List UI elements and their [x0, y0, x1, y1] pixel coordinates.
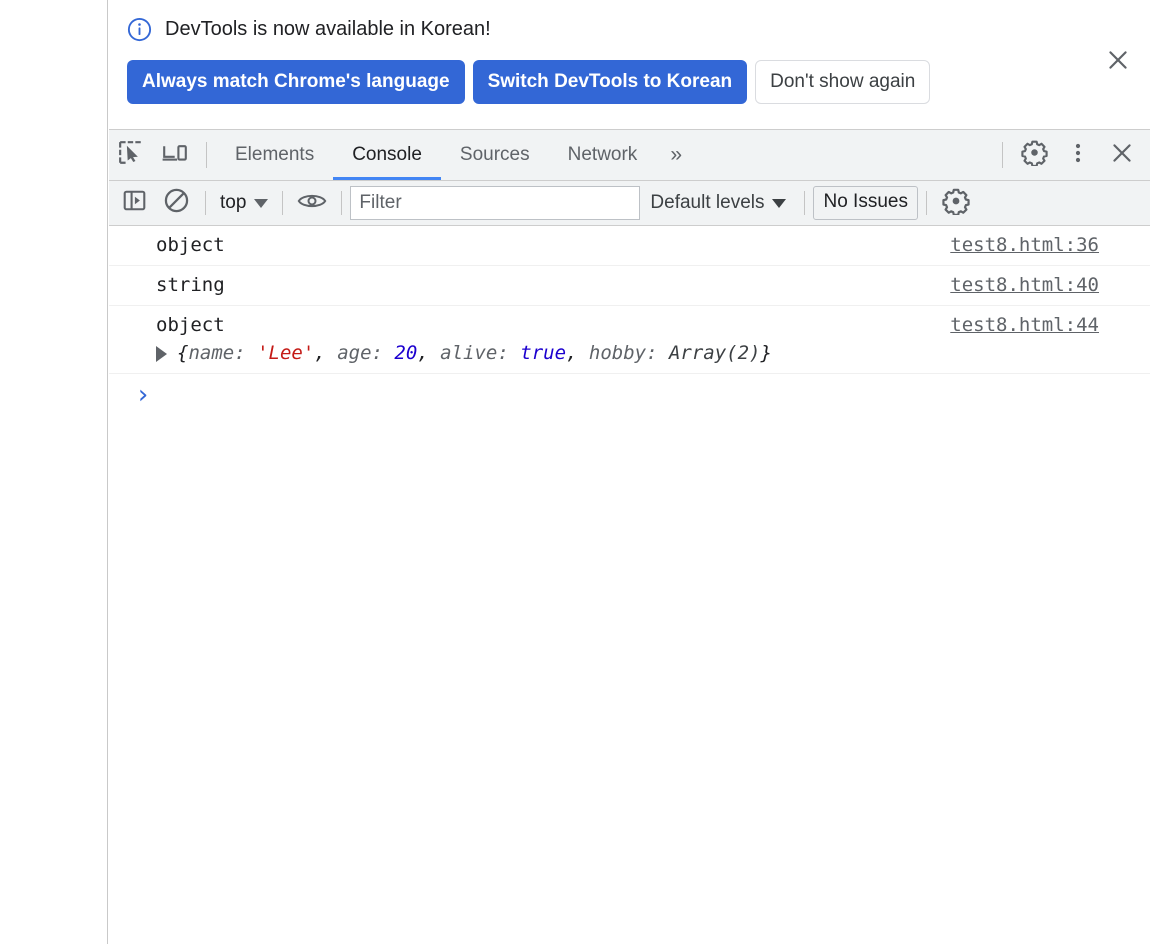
preview-token-key: alive:: [440, 342, 521, 364]
chevron-down-icon: [772, 198, 787, 208]
toolbar-divider-1: [205, 191, 206, 215]
gear-icon: [942, 187, 970, 220]
infobar-header: DevTools is now available in Korean!: [127, 14, 1134, 44]
switch-devtools-to-korean-button[interactable]: Switch DevTools to Korean: [472, 60, 748, 104]
console-settings-button[interactable]: [935, 182, 977, 224]
console-sidebar-icon: [122, 188, 147, 218]
execution-context-selector[interactable]: top: [214, 192, 274, 214]
device-toolbar-button[interactable]: [153, 130, 197, 180]
devtools-close-button[interactable]: [1100, 130, 1144, 180]
dont-show-again-button[interactable]: Don't show again: [755, 60, 931, 104]
console-toolbar: top Default levels No Issues: [109, 181, 1150, 226]
devtools-main-menu-button[interactable]: [1056, 130, 1100, 180]
console-message-source-link[interactable]: test8.html:36: [950, 233, 1099, 257]
infobar-actions: Always match Chrome's language Switch De…: [127, 60, 1134, 104]
preview-open-brace: {: [177, 342, 189, 364]
preview-token-num: 20: [394, 342, 418, 364]
console-message[interactable]: object test8.html:44 {name: 'Lee', age: …: [109, 306, 1150, 374]
tabbar-end-pad: [1144, 130, 1150, 180]
preview-token-key: age:: [337, 342, 395, 364]
chevron-down-icon: [254, 198, 269, 208]
device-toolbar-icon: [161, 140, 189, 171]
infobar-title: DevTools is now available in Korean!: [165, 18, 491, 40]
preview-token-punct: ,: [314, 342, 338, 364]
preview-token-bool: true: [520, 342, 567, 364]
console-prompt[interactable]: ›: [109, 374, 1150, 414]
console-message-source-link[interactable]: test8.html:40: [950, 273, 1099, 297]
clear-console-button[interactable]: [155, 182, 197, 224]
preview-close-brace: }: [760, 342, 772, 364]
always-match-chrome-language-button[interactable]: Always match Chrome's language: [127, 60, 465, 104]
tab-console[interactable]: Console: [333, 130, 441, 180]
preview-token-punct: ,: [417, 342, 441, 364]
issues-counter-button[interactable]: No Issues: [813, 186, 918, 220]
toolbar-divider-3: [341, 191, 343, 215]
live-expression-button[interactable]: [291, 182, 333, 224]
tab-network[interactable]: Network: [549, 130, 657, 180]
console-message[interactable]: string test8.html:40: [109, 266, 1150, 306]
expand-triangle-icon[interactable]: [156, 346, 167, 362]
context-label: top: [220, 192, 247, 213]
toolbar-divider-5: [925, 191, 927, 215]
page-viewport-area: [0, 0, 108, 944]
console-filter-input[interactable]: [350, 186, 641, 220]
tab-elements[interactable]: Elements: [216, 130, 333, 180]
tabbar-divider: [206, 142, 207, 168]
devtools-screenshot: DevTools is now available in Korean! Alw…: [0, 0, 1150, 944]
preview-token-str: 'Lee': [257, 342, 315, 364]
inspect-element-button[interactable]: [109, 130, 153, 180]
tab-label: Network: [567, 144, 638, 165]
prompt-chevron-icon: ›: [135, 380, 151, 410]
more-tabs-button[interactable]: »: [656, 130, 694, 180]
tab-label: Console: [352, 144, 422, 165]
clear-console-icon: [163, 187, 190, 219]
tab-sources[interactable]: Sources: [441, 130, 549, 180]
toolbar-divider-2: [282, 191, 284, 215]
infobar-close-button[interactable]: [1096, 40, 1140, 84]
tabbar-spacer: [694, 130, 993, 180]
preview-token-key: name:: [188, 342, 258, 364]
console-message[interactable]: object test8.html:36: [109, 226, 1150, 266]
inspect-element-icon: [118, 140, 144, 171]
close-icon: [1105, 47, 1131, 78]
close-icon: [1109, 140, 1135, 171]
kebab-menu-icon: [1067, 140, 1089, 171]
devtools-settings-button[interactable]: [1012, 130, 1056, 180]
preview-token-punct: ,: [566, 342, 589, 364]
preview-token-key: hobby:: [588, 342, 669, 364]
object-preview-row[interactable]: {name: 'Lee', age: 20, alive: true, hobb…: [156, 341, 1150, 365]
tabbar-divider-right: [1002, 142, 1003, 168]
log-levels-selector[interactable]: Default levels: [640, 192, 796, 214]
tab-label: Elements: [235, 144, 315, 165]
toolbar-divider-4: [804, 191, 806, 215]
gear-icon: [1020, 139, 1048, 171]
console-message-source-link[interactable]: test8.html:44: [950, 313, 1099, 337]
devtools-tabbar: Elements Console Sources Network »: [109, 129, 1150, 181]
log-levels-label: Default levels: [650, 192, 765, 213]
console-message-list[interactable]: object test8.html:36 string test8.html:4…: [109, 226, 1150, 944]
info-circle-icon: [127, 17, 152, 42]
object-preview-text: {name: 'Lee', age: 20, alive: true, hobb…: [177, 341, 772, 365]
chevron-double-right-icon: »: [670, 143, 682, 166]
live-expression-icon: [297, 190, 327, 217]
devtools-panel: DevTools is now available in Korean! Alw…: [109, 0, 1150, 944]
tab-label: Sources: [459, 144, 530, 165]
locale-infobar: DevTools is now available in Korean! Alw…: [109, 0, 1150, 129]
console-sidebar-toggle-button[interactable]: [113, 182, 155, 224]
preview-token-sub: Array(2): [668, 342, 761, 364]
